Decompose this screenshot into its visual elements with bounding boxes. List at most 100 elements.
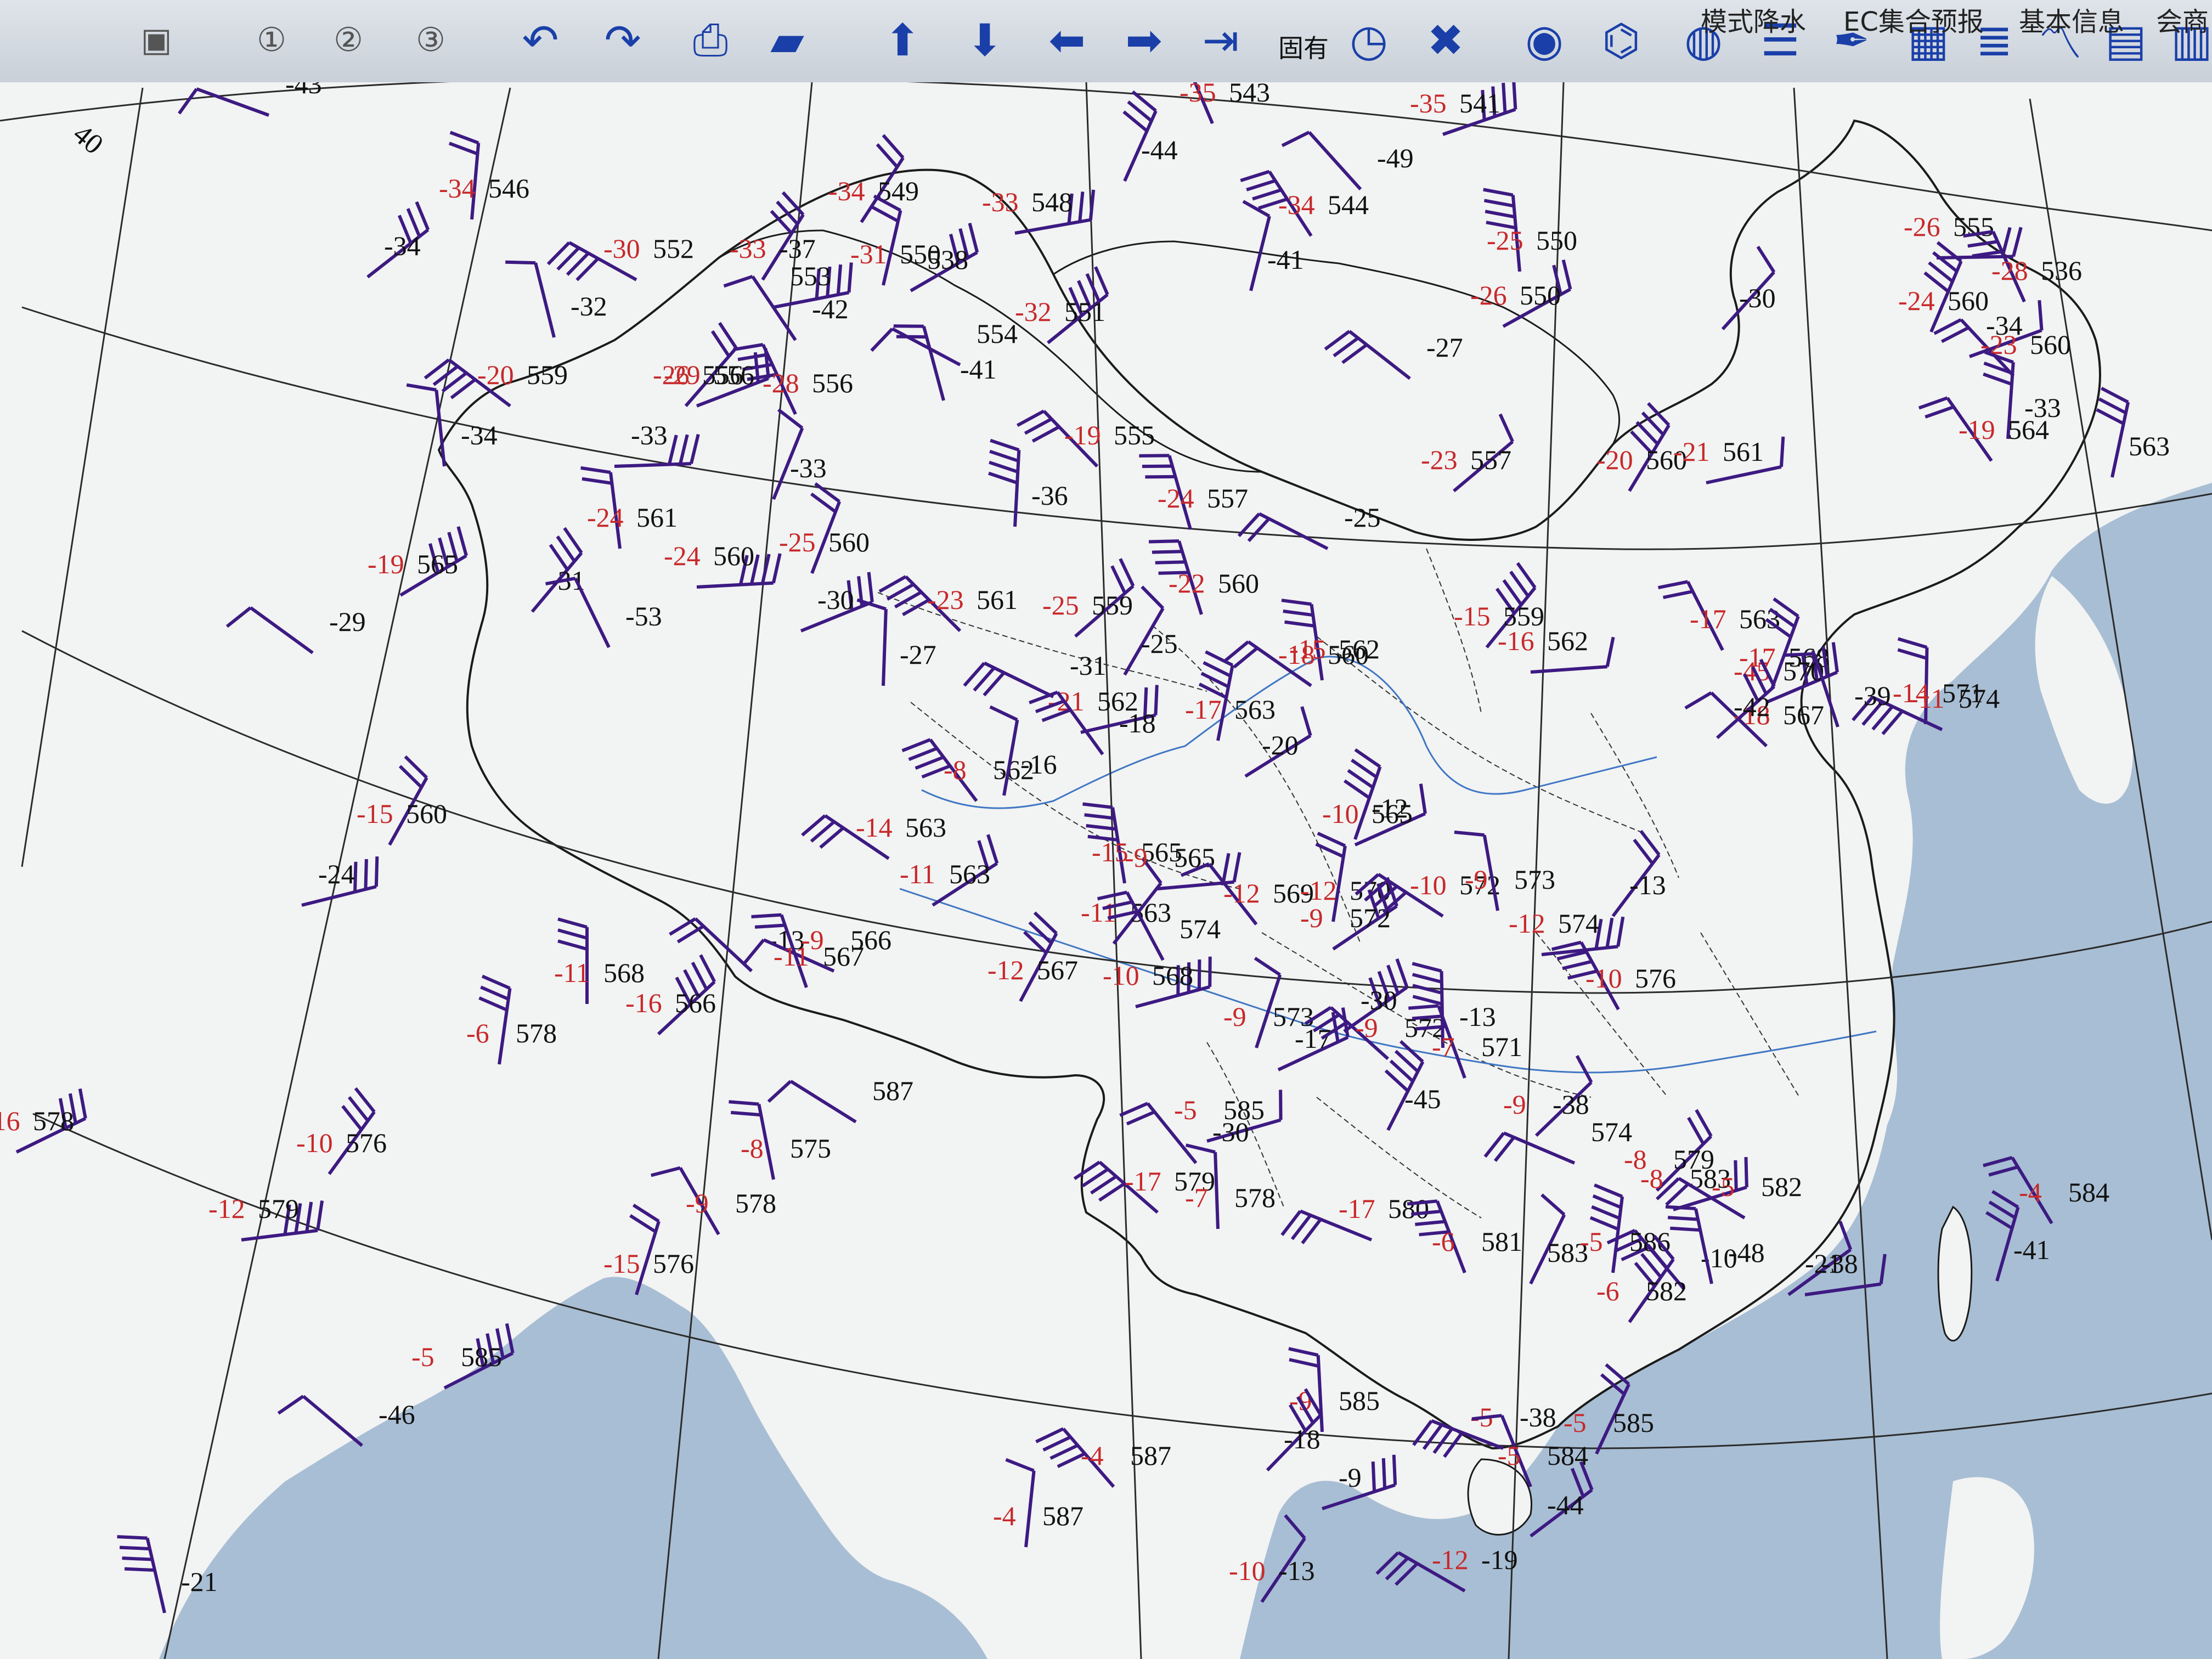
arrow-up-icon[interactable]: ⬆ [872, 10, 933, 70]
clock-icon[interactable]: ◷ [1339, 10, 1399, 70]
temperature-label: -12 [988, 955, 1024, 985]
height-label: -30 [1739, 283, 1776, 313]
height-label: 551 [1064, 296, 1105, 327]
height-label: 556 [713, 359, 754, 390]
menu-ec-ensemble[interactable]: EC集合预报 [1843, 0, 1984, 38]
height-label: -36 [1031, 480, 1068, 511]
temperature-label: -20 [1596, 444, 1633, 475]
weather-map[interactable]: 40 -43 -35 543-44-35 541-49-34 546-34 -30 552-… [0, 82, 2212, 1659]
arrow-right-icon[interactable]: ➡ [1114, 10, 1174, 70]
menu-basic-info[interactable]: 基本信息 [2019, 0, 2124, 38]
temperature-label: -12 [1223, 878, 1260, 909]
height-label: 563 [949, 859, 990, 889]
temperature-label: -24 [1158, 483, 1194, 514]
height-label: 585 [461, 1341, 502, 1372]
temperature-label: -31 [850, 239, 887, 269]
radar-icon[interactable]: ◉ [1514, 10, 1575, 70]
height-label: -34 [384, 230, 421, 261]
height-label: 550 [1536, 225, 1577, 256]
toolbar: ▣ ① ② ③ ↶ ↷ ⎙ ▰ ⬆ ⬇ ⬅ ➡ ⇥ ◷ ✖ ◉ ⌬ ◍ ☰ ✒ ▦ ≣ 〽 ▤ ▥ 固有 模式降水 EC集合预报… [0, 0, 2212, 84]
temperature-label: -11 [774, 941, 809, 972]
redo-icon[interactable]: ↷ [592, 10, 653, 70]
height-label: -29 [329, 606, 366, 637]
temperature-label: -19 [1959, 414, 1995, 445]
height-label: -42 [812, 294, 849, 324]
height-label: -39 [1854, 680, 1891, 711]
wind-barb-feather [1665, 1205, 1696, 1211]
wind-barb-feather [1670, 1226, 1701, 1232]
nav-1-button[interactable]: ▣ [126, 10, 187, 70]
height-label: 563 [1234, 694, 1276, 725]
wind-barb-feather [1734, 1160, 1738, 1190]
temperature-label: -4 [1081, 1440, 1104, 1471]
temperature-label: -15 [1454, 601, 1491, 631]
height-label: -44 [1141, 134, 1178, 165]
temperature-label: -22 [1169, 568, 1205, 599]
close-icon[interactable]: ✖ [1415, 10, 1476, 70]
arrow-down-icon[interactable]: ⬇ [955, 10, 1015, 70]
print-icon[interactable]: ⎙ [680, 10, 741, 70]
height-label: -41 [960, 354, 997, 385]
temperature-label: -29 [664, 359, 701, 390]
temperature-label: -5 [1580, 1226, 1603, 1257]
height-label: 560 [2030, 329, 2071, 360]
temperature-label: -6 [466, 1018, 489, 1048]
temperature-label: -17 [1690, 603, 1726, 634]
temperature-label: -5 [411, 1341, 435, 1372]
height-label: 562 [1339, 634, 1380, 664]
height-label: -42 [1734, 691, 1770, 722]
height-label: 557 [1470, 444, 1511, 475]
height-label: -30 [1212, 1116, 1249, 1147]
temperature-label: -21 [1673, 436, 1710, 467]
weather-analysis-window: ▣ ① ② ③ ↶ ↷ ⎙ ▰ ⬆ ⬇ ⬅ ➡ ⇥ ◷ ✖ ◉ ⌬ ◍ ☰ ✒ ▦ ≣ 〽 ▤ ▥ 固有 模式降水 EC集合预报… [0, 0, 2212, 1659]
height-label: 576 [346, 1127, 387, 1158]
height-label: 543 [1229, 82, 1270, 108]
open-folder-icon[interactable]: ▰ [757, 10, 817, 70]
height-label: -25 [1344, 502, 1381, 533]
height-label: 561 [977, 584, 1018, 615]
temperature-label: -7 [1185, 1182, 1208, 1213]
height-label: 574 [1180, 913, 1221, 944]
temperature-label: -15 [1289, 634, 1326, 664]
height-label: 573 [1514, 864, 1555, 895]
height-label: 564 [2008, 414, 2049, 445]
height-label: -38 [1553, 1089, 1589, 1120]
height-label: -16 [1020, 749, 1057, 780]
height-label: -46 [379, 1399, 415, 1430]
skip-end-icon[interactable]: ⇥ [1190, 10, 1251, 70]
height-label: 586 [1629, 1226, 1671, 1257]
height-label: -27 [1426, 332, 1463, 363]
temperature-label: -34 [1278, 189, 1315, 220]
nav-3-button[interactable]: ② [318, 10, 379, 70]
arrow-left-icon[interactable]: ⬅ [1037, 10, 1097, 70]
temperature-label: -15 [1092, 837, 1128, 867]
height-label: -41 [2013, 1234, 2050, 1265]
temperature-label: -24 [664, 540, 701, 571]
height-label: 575 [790, 1133, 831, 1164]
antenna-icon[interactable]: ⌬ [1591, 10, 1651, 70]
height-label: 581 [1481, 1226, 1522, 1257]
height-label: -49 [1377, 143, 1414, 173]
height-label: 560 [406, 798, 447, 829]
menu-precip[interactable]: 模式降水 [1701, 0, 1806, 38]
height-label: 546 [488, 173, 529, 204]
height-label: -21 [181, 1566, 218, 1597]
height-label: 576 [653, 1248, 694, 1279]
temperature-label: -23 [927, 584, 964, 615]
menu-consult[interactable]: 会商 [2156, 0, 2209, 38]
height-label: -30 [817, 584, 854, 615]
height-label: 567 [1783, 699, 1824, 730]
wind-barb-feather [1381, 1458, 1387, 1489]
height-label: 582 [1646, 1276, 1687, 1306]
nav-2-button[interactable]: ① [241, 10, 302, 70]
temperature-label: -5 [1564, 1407, 1587, 1438]
height-label: 562 [1547, 625, 1588, 656]
nav-4-button[interactable]: ③ [400, 10, 461, 70]
height-label: 536 [2041, 255, 2082, 286]
undo-icon[interactable]: ↶ [510, 10, 571, 70]
wind-barb-feather [124, 1567, 155, 1572]
temperature-label: -14 [856, 812, 893, 843]
temperature-label: -8 [741, 1133, 764, 1164]
height-label: 553 [790, 261, 831, 291]
height-label: -33 [790, 453, 827, 483]
